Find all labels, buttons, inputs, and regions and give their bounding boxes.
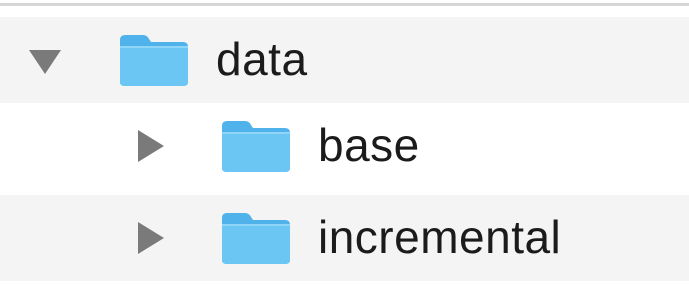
file-tree: data base incremental bbox=[0, 0, 689, 286]
folder-icon bbox=[219, 210, 293, 266]
tree-row-incremental[interactable]: incremental bbox=[0, 195, 689, 281]
tree-row-label: data bbox=[216, 32, 308, 85]
tree-row-base[interactable]: base bbox=[0, 103, 689, 189]
disclosure-expanded-icon[interactable] bbox=[25, 40, 65, 80]
disclosure-collapsed-icon[interactable] bbox=[130, 218, 170, 258]
folder-icon bbox=[117, 32, 191, 88]
tree-row-label: base bbox=[318, 118, 420, 171]
folder-icon bbox=[219, 118, 293, 174]
disclosure-collapsed-icon[interactable] bbox=[130, 126, 170, 166]
divider bbox=[0, 3, 689, 6]
tree-row-data[interactable]: data bbox=[0, 17, 689, 103]
tree-row-label: incremental bbox=[318, 210, 562, 263]
